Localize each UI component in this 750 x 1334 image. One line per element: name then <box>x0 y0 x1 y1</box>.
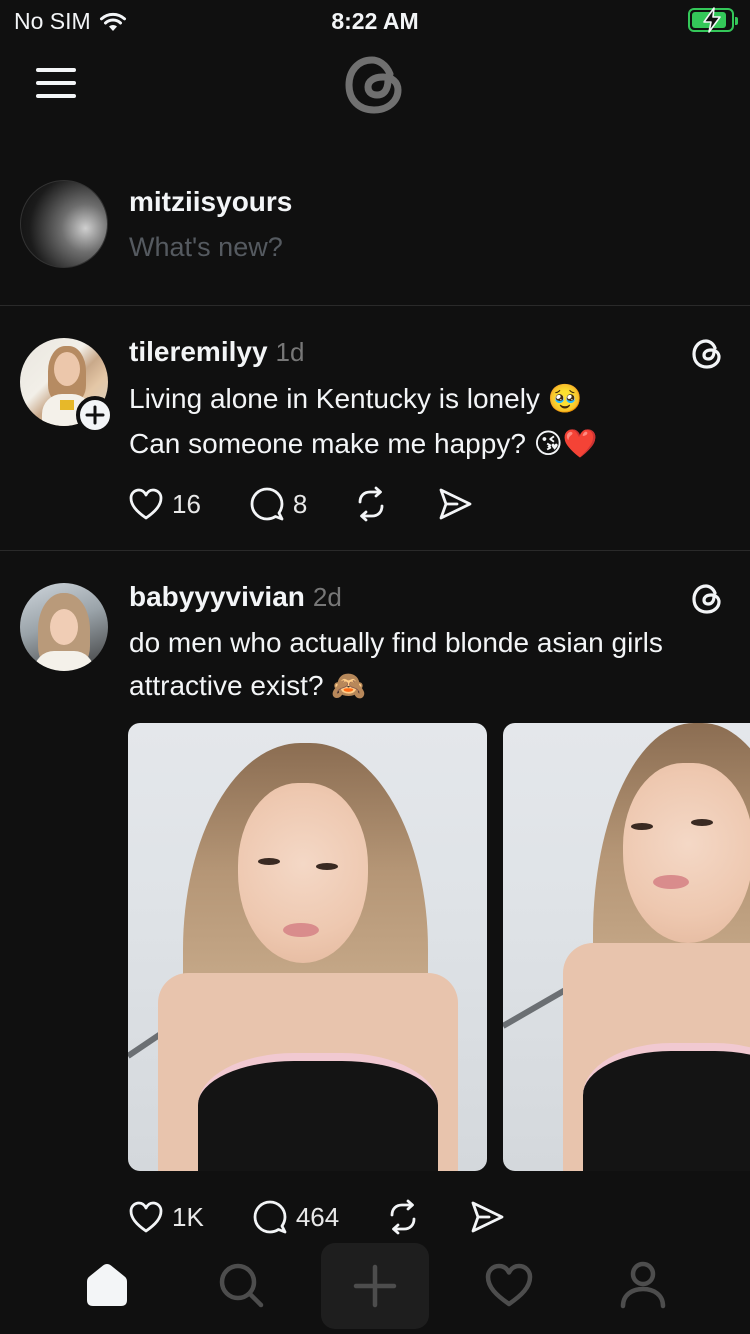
post-time: 2d <box>312 582 342 612</box>
post-username[interactable]: babyyyvivian <box>129 581 305 613</box>
heart-icon <box>129 488 163 520</box>
charging-bolt-icon <box>703 7 721 33</box>
top-bar <box>0 42 750 132</box>
threads-logo-icon[interactable] <box>690 581 724 617</box>
new-thread-icon <box>353 1264 397 1308</box>
comment-icon <box>253 1200 287 1234</box>
image-carousel[interactable] <box>128 723 750 1171</box>
post-time: 1d <box>275 337 305 367</box>
repost-button[interactable] <box>385 1199 421 1235</box>
tab-home[interactable] <box>72 1255 142 1315</box>
composer-input[interactable]: What's new? <box>129 232 283 263</box>
reply-count: 464 <box>295 1201 340 1232</box>
repost-icon <box>358 486 384 522</box>
bottom-tab-bar <box>0 1241 750 1334</box>
post-header: tileremilyy 1d <box>129 336 304 368</box>
repost-icon <box>390 1199 416 1235</box>
thread-post: tileremilyy 1d Living alone in Kentucky … <box>0 306 750 551</box>
status-time: 8:22 AM <box>331 8 419 34</box>
post-username[interactable]: tileremilyy <box>129 336 268 368</box>
avatar[interactable] <box>20 180 108 268</box>
post-line: Living alone in Kentucky is lonely 🥹 <box>129 383 583 414</box>
avatar[interactable] <box>20 583 108 671</box>
reply-button[interactable]: 8 <box>249 486 307 522</box>
post-line: attractive exist? 🙈 <box>129 670 367 701</box>
post-header: babyyyvivian 2d <box>129 581 342 613</box>
threads-logo-icon[interactable] <box>340 50 410 120</box>
post-body: Living alone in Kentucky is lonely 🥹 Can… <box>129 376 729 466</box>
comment-icon <box>250 487 284 521</box>
tab-activity[interactable] <box>474 1255 544 1315</box>
threads-logo-icon[interactable] <box>690 336 724 372</box>
new-thread-composer[interactable]: mitziisyours What's new? <box>0 176 750 306</box>
profile-icon <box>620 1261 666 1309</box>
like-count: 1K <box>172 1201 204 1232</box>
reply-button[interactable]: 464 <box>252 1199 339 1235</box>
tab-search[interactable] <box>206 1255 276 1315</box>
home-icon <box>87 1264 127 1306</box>
battery-icon <box>688 7 738 33</box>
heart-icon <box>129 1201 163 1233</box>
share-button[interactable] <box>469 1200 505 1234</box>
post-actions: 1K 464 <box>128 1199 505 1235</box>
activity-heart-icon <box>485 1263 533 1307</box>
post-body: do men who actually find blonde asian gi… <box>129 621 729 707</box>
like-button[interactable]: 16 <box>128 487 201 521</box>
repost-button[interactable] <box>353 486 389 522</box>
hamburger-menu-icon[interactable] <box>36 68 76 100</box>
like-button[interactable]: 1K <box>128 1200 204 1234</box>
share-button[interactable] <box>437 487 473 521</box>
post-photo[interactable] <box>128 723 487 1171</box>
post-actions: 16 8 <box>128 486 473 522</box>
follow-plus-icon[interactable] <box>76 396 114 434</box>
status-bar: No SIM 8:22 AM <box>0 0 750 42</box>
post-photo[interactable] <box>503 723 750 1171</box>
tab-profile[interactable] <box>608 1255 678 1315</box>
thread-post: babyyyvivian 2d do men who actually find… <box>0 551 750 1241</box>
post-line: do men who actually find blonde asian gi… <box>129 627 663 658</box>
post-line: Can someone make me happy? 😘❤️ <box>129 428 598 459</box>
reply-count: 8 <box>292 488 308 519</box>
send-icon <box>471 1201 504 1233</box>
composer-username: mitziisyours <box>129 186 293 217</box>
like-count: 16 <box>172 488 201 519</box>
search-icon <box>219 1263 264 1308</box>
send-icon <box>439 488 472 520</box>
tab-new-thread[interactable] <box>321 1243 429 1329</box>
